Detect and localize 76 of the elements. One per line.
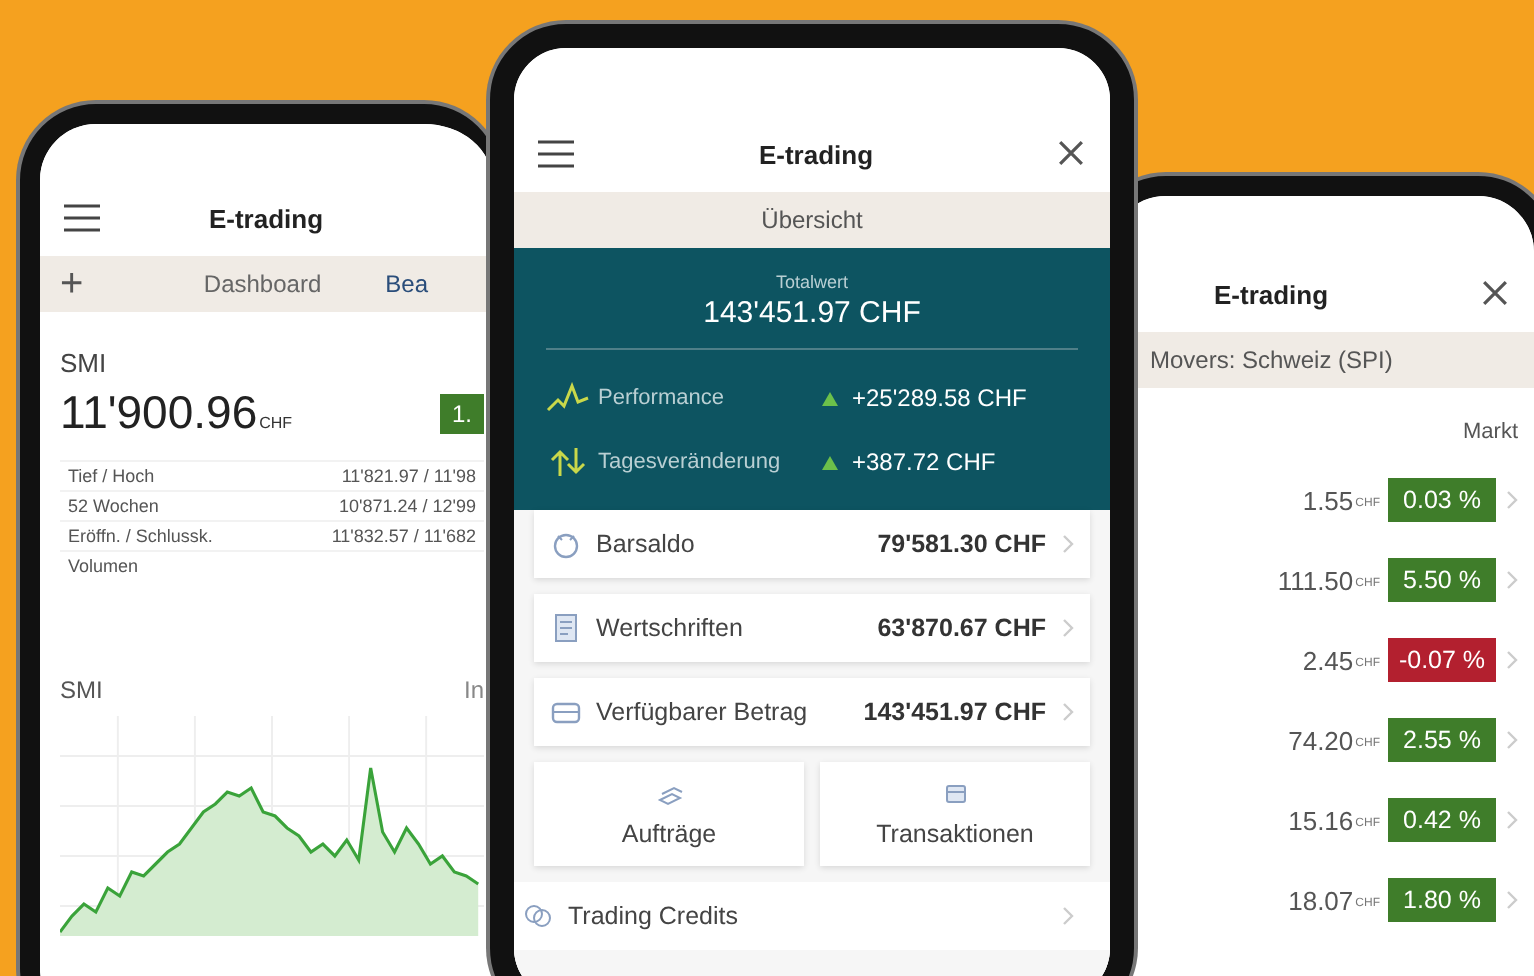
price: 74.20: [1288, 725, 1354, 755]
index-name: SMI: [60, 348, 109, 378]
metric-label: Tagesveränderung: [598, 450, 783, 474]
account-value: 79'581.30 CHF: [877, 530, 1046, 558]
account-value: 143'451.97 CHF: [863, 698, 1046, 726]
stat-label: Eröffn. / Schlussk.: [68, 526, 213, 546]
row-label: Trading Credits: [568, 902, 738, 930]
price: 15.16: [1288, 805, 1354, 835]
account-value: 63'870.67 CHF: [877, 614, 1046, 642]
pulse-line-icon: [546, 382, 590, 414]
tab[interactable]: Dashboard: [203, 270, 322, 298]
chevron-icon[interactable]: [1506, 570, 1518, 590]
stat-value: 10'871.24 / 12'99: [339, 496, 476, 516]
chevron-icon: [1062, 906, 1074, 926]
app-title: E-trading: [1214, 279, 1329, 309]
currency-label: CHF: [259, 414, 293, 432]
price: 1.55: [1302, 485, 1354, 515]
add-button[interactable]: +: [60, 264, 204, 304]
shortcut-tile[interactable]: Transaktionen: [820, 762, 1090, 866]
chevron-icon: [1062, 618, 1074, 638]
total-label: Totalwert: [773, 272, 850, 292]
close-button[interactable]: [1482, 280, 1510, 308]
index-value: 11'900.96: [60, 386, 258, 440]
shortcut-tile[interactable]: Aufträge: [534, 762, 804, 866]
stat-label: Tief / Hoch: [68, 466, 155, 486]
stat-value: 11'821.97 / 11'98: [341, 466, 476, 486]
app-title: E-trading: [206, 203, 326, 233]
change-badge: 5.50 %: [1388, 558, 1496, 602]
metric-value: +387.72 CHF: [852, 448, 996, 476]
chart-tab[interactable]: In: [463, 676, 484, 704]
price: 18.07: [1288, 885, 1354, 915]
metric-value: +25'289.58 CHF: [852, 384, 1027, 412]
change-badge: 1.: [439, 393, 484, 433]
chevron-icon[interactable]: [1506, 730, 1518, 750]
coins-icon: [522, 900, 554, 932]
tile-label: Aufträge: [621, 820, 717, 848]
chevron-icon[interactable]: [1506, 890, 1518, 910]
change-badge: 0.42 %: [1388, 798, 1496, 842]
up-triangle-icon: [822, 391, 838, 405]
stat-label: Volumen: [68, 556, 139, 576]
chart-title: SMI: [60, 676, 103, 704]
change-badge: 1.80 %: [1388, 878, 1496, 922]
chevron-icon: [1062, 702, 1074, 722]
menu-icon[interactable]: [64, 204, 100, 232]
up-down-arrows-icon: [546, 446, 590, 478]
menu-icon[interactable]: [538, 140, 574, 168]
calendar-icon: [941, 780, 969, 808]
list-row[interactable]: Trading Credits: [514, 882, 1110, 950]
account-label: Barsaldo: [596, 530, 695, 558]
account-label: Verfügbarer Betrag: [596, 698, 808, 726]
total-value: 143'451.97 CHF: [701, 296, 923, 330]
tile-label: Transaktionen: [876, 820, 1034, 848]
account-card[interactable]: Barsaldo 79'581.30 CHF: [534, 510, 1090, 578]
change-badge: -0.07 %: [1388, 638, 1496, 682]
stat-value: 11'832.57 / 11'682: [331, 526, 476, 546]
price: 2.45: [1302, 645, 1354, 675]
column-header: Markt: [1463, 420, 1518, 444]
account-card[interactable]: Verfügbarer Betrag 143'451.97 CHF: [534, 678, 1090, 746]
tab[interactable]: Bea: [385, 270, 428, 298]
chevron-icon[interactable]: [1506, 490, 1518, 510]
up-triangle-icon: [822, 455, 838, 469]
screen-subtitle: Movers: Schweiz (SPI): [1150, 346, 1393, 374]
close-button[interactable]: [1058, 140, 1086, 168]
chevron-icon[interactable]: [1506, 810, 1518, 830]
screen-subtitle: Übersicht: [761, 206, 863, 234]
change-badge: 2.55 %: [1388, 718, 1496, 762]
chevron-icon[interactable]: [1506, 650, 1518, 670]
account-card[interactable]: Wertschriften 63'870.67 CHF: [534, 594, 1090, 662]
app-title: E-trading: [756, 139, 876, 169]
change-badge: 0.03 %: [1388, 478, 1496, 522]
chevron-icon: [1062, 534, 1074, 554]
price: 111.50: [1277, 565, 1354, 595]
metric-label: Performance: [598, 386, 726, 410]
document-icon: [550, 612, 582, 644]
account-label: Wertschriften: [596, 614, 743, 642]
stat-label: 52 Wochen: [68, 496, 159, 516]
